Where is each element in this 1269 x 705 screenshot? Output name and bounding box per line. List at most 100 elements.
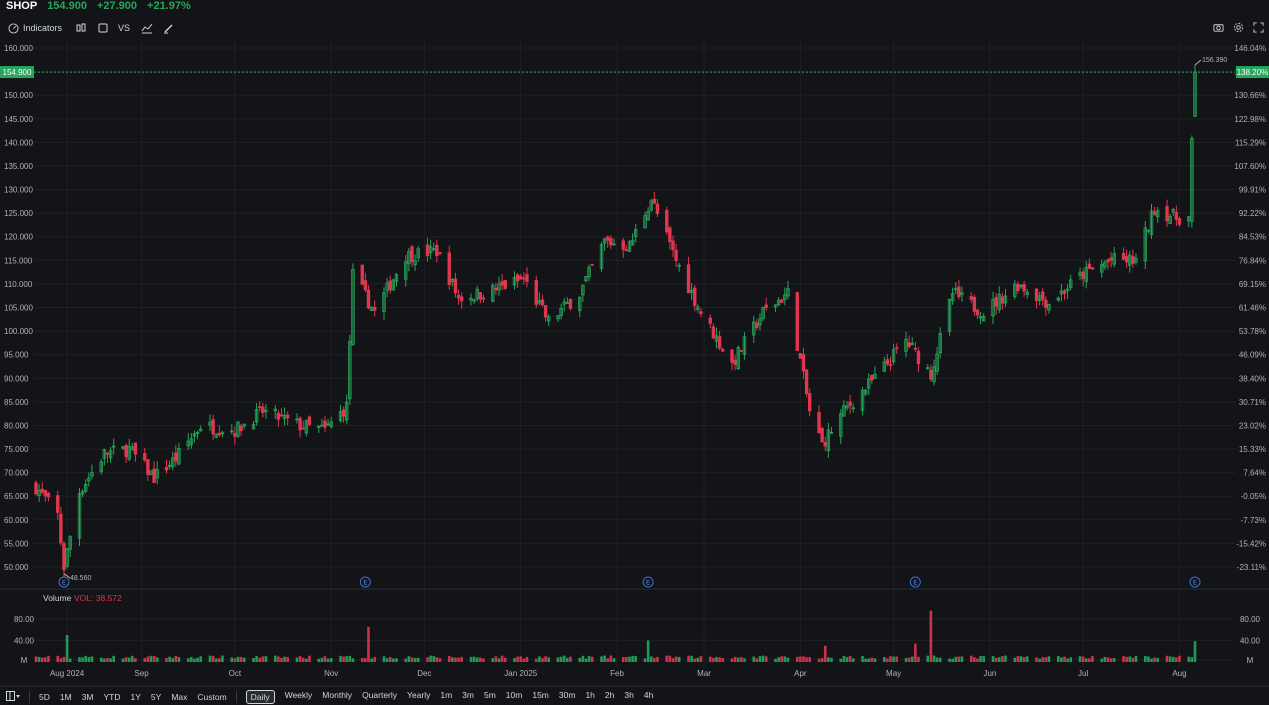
interval-3h[interactable]: 3h xyxy=(624,690,633,704)
volume-bar xyxy=(1100,658,1104,662)
interval-1m[interactable]: 1m xyxy=(440,690,452,704)
volume-bar xyxy=(56,655,60,662)
volume-bar xyxy=(500,655,504,662)
range-ytd[interactable]: YTD xyxy=(104,692,121,702)
volume-bar xyxy=(193,658,196,662)
interval-weekly[interactable]: Weekly xyxy=(285,690,313,704)
separator xyxy=(235,690,237,703)
candle xyxy=(568,298,573,309)
volume-bar xyxy=(733,656,737,662)
candle xyxy=(519,276,523,280)
volume-bar xyxy=(1193,641,1197,662)
volume-bar xyxy=(628,656,631,662)
volume-bar xyxy=(556,657,560,662)
candle xyxy=(668,227,672,242)
candle xyxy=(425,244,430,257)
volume-bar xyxy=(1190,657,1194,662)
volume-bar xyxy=(715,656,718,662)
candle xyxy=(848,401,852,407)
interval-4h[interactable]: 4h xyxy=(644,690,653,704)
range-5y[interactable]: 5Y xyxy=(151,692,161,702)
candle xyxy=(360,264,364,285)
interval-30m[interactable]: 30m xyxy=(559,690,576,704)
pct-tick: 84.53% xyxy=(1239,233,1266,242)
price-tick: 55.000 xyxy=(4,539,29,548)
range-custom[interactable]: Custom xyxy=(197,692,226,702)
volume-tick: 40.00 xyxy=(14,636,35,645)
volume-bar xyxy=(121,658,125,662)
price-tick: 50.000 xyxy=(4,563,29,572)
interval-yearly[interactable]: Yearly xyxy=(407,690,430,704)
volume-bar xyxy=(146,656,150,662)
range-max[interactable]: Max xyxy=(171,692,187,702)
volume-bar xyxy=(84,655,88,662)
candle xyxy=(733,359,737,365)
candle xyxy=(534,279,538,305)
volume-bar xyxy=(1056,655,1060,662)
high-marker-leader xyxy=(1194,59,1202,66)
volume-bar xyxy=(1128,656,1132,662)
volume-bar xyxy=(845,657,849,662)
range-1y[interactable]: 1Y xyxy=(131,692,141,702)
interval-3m[interactable]: 3m xyxy=(462,690,474,704)
volume-bar xyxy=(708,656,712,662)
candle xyxy=(1106,259,1110,263)
volume-bar xyxy=(469,656,473,662)
price-chart[interactable]: 160.000146.04%155.000138.37%150.000130.6… xyxy=(0,0,1269,688)
volume-bar xyxy=(364,658,367,662)
candle xyxy=(143,453,147,461)
pct-tick: 53.78% xyxy=(1239,327,1266,336)
candle xyxy=(888,364,893,367)
volume-bar xyxy=(429,655,432,662)
volume-bar xyxy=(1013,657,1017,662)
candle xyxy=(298,417,302,431)
volume-bar xyxy=(612,658,616,662)
pct-tick: 107.60% xyxy=(1234,162,1266,171)
candle xyxy=(233,432,237,437)
volume-bar xyxy=(221,655,224,662)
volume-bar xyxy=(255,655,258,662)
candle xyxy=(730,349,734,363)
range-1m[interactable]: 1M xyxy=(60,692,72,702)
volume-bar xyxy=(1035,657,1038,662)
volume-bar xyxy=(351,658,355,662)
candle xyxy=(323,420,327,428)
candle xyxy=(699,311,703,315)
volume-bar xyxy=(395,658,398,662)
volume-bar xyxy=(62,656,66,662)
candle xyxy=(503,279,507,290)
volume-bar xyxy=(410,657,414,662)
volume-bar xyxy=(559,656,563,662)
candle xyxy=(543,305,548,318)
volume-bar xyxy=(497,658,501,662)
volume-bar xyxy=(774,658,777,662)
candle xyxy=(1016,283,1020,291)
candle xyxy=(540,299,545,306)
volume-bar xyxy=(106,658,109,662)
interval-1h[interactable]: 1h xyxy=(585,690,594,704)
candle xyxy=(721,348,725,352)
interval-quarterly[interactable]: Quarterly xyxy=(362,690,397,704)
interval-5m[interactable]: 5m xyxy=(484,690,496,704)
range-5d[interactable]: 5D xyxy=(39,692,50,702)
interval-2h[interactable]: 2h xyxy=(605,690,614,704)
candle xyxy=(1124,256,1129,263)
candle xyxy=(133,442,138,455)
candle xyxy=(711,326,716,339)
volume-bar xyxy=(277,656,280,662)
volume-bar xyxy=(435,657,439,662)
interval-10m[interactable]: 10m xyxy=(506,690,523,704)
candle xyxy=(916,350,921,365)
interval-monthly[interactable]: Monthly xyxy=(322,690,352,704)
candle xyxy=(969,296,973,300)
interval-15m[interactable]: 15m xyxy=(532,690,549,704)
interval-daily[interactable]: Daily xyxy=(245,689,275,704)
candle xyxy=(43,489,48,497)
volume-bar xyxy=(404,658,408,662)
calendar-toggle[interactable] xyxy=(6,690,20,703)
volume-bar xyxy=(44,657,47,662)
volume-bar xyxy=(867,658,871,662)
volume-bar xyxy=(674,656,678,662)
volume-bar xyxy=(957,656,961,662)
range-3m[interactable]: 3M xyxy=(82,692,94,702)
